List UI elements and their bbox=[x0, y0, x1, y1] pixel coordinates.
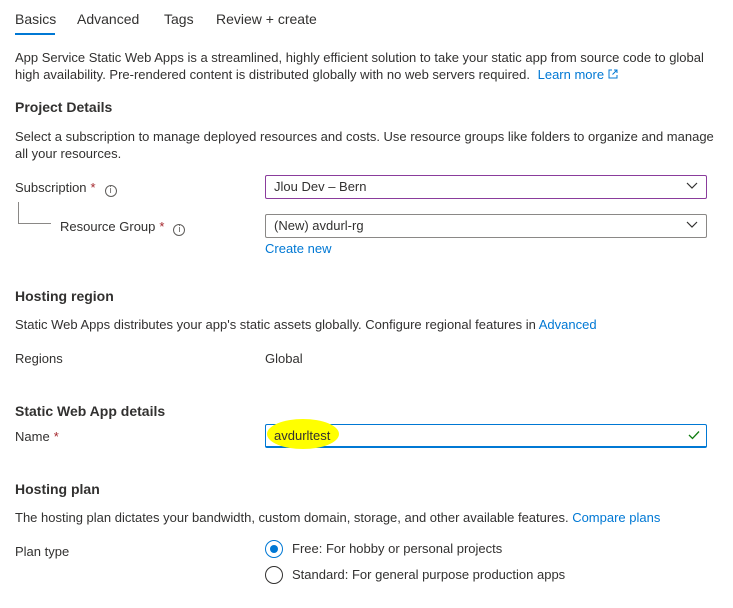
plan-free-radio[interactable] bbox=[265, 540, 283, 558]
name-label: Name * bbox=[15, 429, 59, 444]
info-icon[interactable]: i bbox=[104, 185, 117, 197]
tree-connector bbox=[18, 202, 51, 224]
chevron-down-icon bbox=[686, 221, 698, 228]
subscription-label: Subscription * i bbox=[15, 180, 117, 197]
info-icon[interactable]: i bbox=[173, 224, 186, 236]
required-marker: * bbox=[53, 429, 59, 444]
hosting-region-desc: Static Web Apps distributes your app's s… bbox=[15, 316, 597, 333]
plan-standard-label[interactable]: Standard: For general purpose production… bbox=[292, 567, 565, 582]
hosting-region-heading: Hosting region bbox=[15, 288, 114, 304]
hosting-plan-desc: The hosting plan dictates your bandwidth… bbox=[15, 509, 660, 526]
regions-value: Global bbox=[265, 351, 303, 366]
required-marker: * bbox=[90, 180, 96, 195]
learn-more-link[interactable]: Learn more bbox=[538, 67, 618, 82]
tab-review-create[interactable]: Review + create bbox=[216, 11, 317, 27]
details-heading: Static Web App details bbox=[15, 403, 166, 419]
project-desc: Select a subscription to manage deployed… bbox=[15, 129, 714, 144]
chevron-down-icon bbox=[686, 182, 698, 189]
intro-text: App Service Static Web Apps is a streaml… bbox=[15, 50, 704, 65]
tab-advanced[interactable]: Advanced bbox=[77, 11, 139, 27]
hosting-region-desc-text: Static Web Apps distributes your app's s… bbox=[15, 317, 536, 332]
plan-standard-radio[interactable] bbox=[265, 566, 283, 584]
name-input-value[interactable]: avdurltest bbox=[274, 428, 330, 443]
resource-group-value: (New) avdurl-rg bbox=[274, 218, 364, 233]
subscription-select[interactable]: Jlou Dev – Bern bbox=[265, 175, 707, 199]
hosting-plan-desc-text: The hosting plan dictates your bandwidth… bbox=[15, 510, 569, 525]
checkmark-icon bbox=[688, 431, 700, 440]
tab-active-indicator bbox=[15, 33, 55, 35]
required-marker: * bbox=[159, 219, 165, 234]
hosting-plan-heading: Hosting plan bbox=[15, 481, 100, 497]
intro-text-2: high availability. Pre-rendered content … bbox=[15, 67, 530, 82]
name-label-text: Name bbox=[15, 429, 50, 444]
project-details-heading: Project Details bbox=[15, 99, 113, 115]
regions-label: Regions bbox=[15, 351, 63, 366]
name-input[interactable]: avdurltest bbox=[265, 419, 707, 449]
subscription-value: Jlou Dev – Bern bbox=[274, 179, 367, 194]
advanced-link[interactable]: Advanced bbox=[539, 317, 597, 332]
resource-group-select[interactable]: (New) avdurl-rg bbox=[265, 214, 707, 238]
tab-basics[interactable]: Basics bbox=[15, 11, 56, 27]
learn-more-label[interactable]: Learn more bbox=[538, 67, 604, 82]
resource-group-label: Resource Group * i bbox=[60, 219, 186, 236]
intro-text-line2: high availability. Pre-rendered content … bbox=[15, 66, 618, 83]
project-desc-line2: all your resources. bbox=[15, 146, 122, 161]
external-link-icon[interactable] bbox=[608, 69, 618, 79]
create-new-link[interactable]: Create new bbox=[265, 240, 331, 257]
plan-type-label: Plan type bbox=[15, 544, 70, 559]
tab-tags[interactable]: Tags bbox=[164, 11, 194, 27]
resource-group-label-text: Resource Group bbox=[60, 219, 156, 234]
plan-free-label[interactable]: Free: For hobby or personal projects bbox=[292, 541, 502, 556]
subscription-label-text: Subscription bbox=[15, 180, 87, 195]
compare-plans-link[interactable]: Compare plans bbox=[572, 510, 660, 525]
